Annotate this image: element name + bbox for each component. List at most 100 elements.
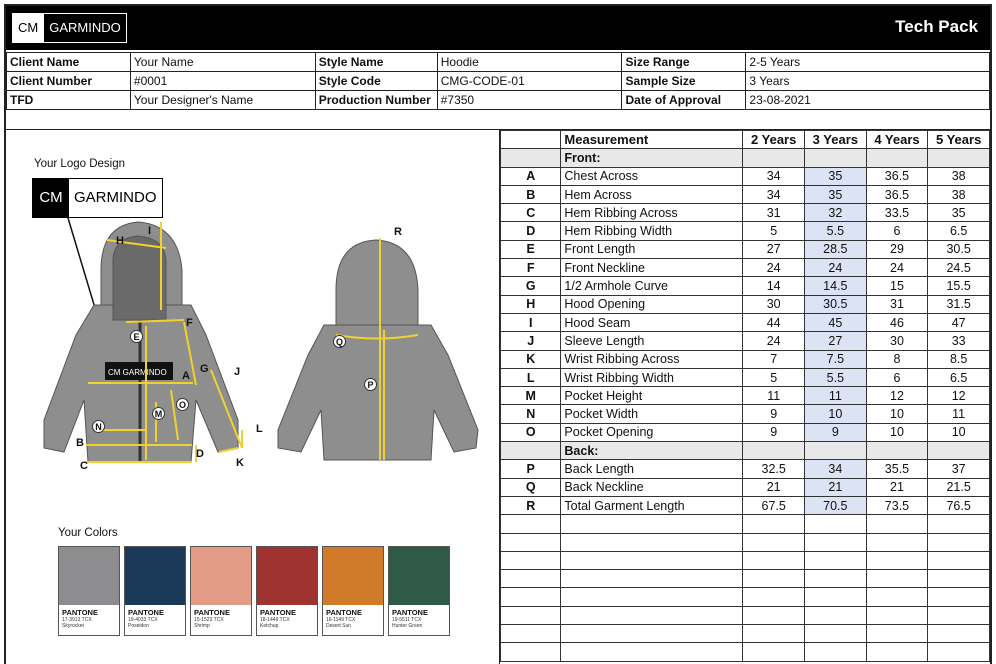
measurement-name: Pocket Height — [560, 386, 744, 406]
swatch-color — [191, 547, 251, 605]
measurement-row: N Pocket Width 9 10 10 11 — [499, 404, 990, 424]
info-key: Sample Size — [621, 71, 747, 91]
section-cell — [804, 441, 867, 461]
point-label-q: Q — [333, 335, 346, 348]
measurement-value: 47 — [927, 312, 990, 333]
point-code: N — [499, 404, 562, 424]
measurement-value: 6 — [865, 221, 929, 241]
measurement-row: H Hood Opening 30 30.5 31 31.5 — [499, 294, 990, 314]
empty-cell — [804, 605, 867, 626]
empty-cell — [499, 569, 562, 589]
measurement-value: 10 — [865, 422, 929, 443]
info-value: Your Designer's Name — [129, 90, 316, 110]
measurement-value: 44 — [742, 312, 806, 333]
info-row: TFD Your Designer's Name Production Number… — [6, 90, 990, 110]
brand-logo: CM GARMINDO — [12, 13, 127, 43]
measurement-row: G 1/2 Armhole Curve 14 14.5 15 15.5 — [499, 276, 990, 296]
divider — [6, 110, 990, 130]
section-label: Front: — [560, 148, 744, 168]
measurement-value: 38 — [927, 184, 990, 205]
section-cell — [742, 148, 806, 168]
empty-cell — [927, 587, 990, 607]
measurement-value: 76.5 — [927, 495, 990, 516]
measurement-value: 35 — [804, 184, 867, 205]
measurement-value: 30 — [742, 294, 806, 314]
point-label-r: R — [394, 226, 402, 238]
measurement-row: K Wrist Ribbing Across 7 7.5 8 8.5 — [499, 349, 990, 369]
measurement-row: M Pocket Height 11 11 12 12 — [499, 386, 990, 406]
empty-cell — [742, 642, 806, 662]
empty-cell — [499, 587, 562, 607]
empty-cell — [865, 514, 929, 534]
back-hood — [335, 239, 419, 331]
point-label-e: E — [130, 330, 143, 343]
measurement-value: 14 — [742, 276, 806, 296]
info-key: Size Range — [621, 52, 747, 72]
measurement-value: 5 — [742, 367, 806, 388]
header-bar: CM GARMINDO Tech Pack — [6, 6, 990, 50]
empty-cell — [804, 550, 867, 571]
empty-cell — [499, 624, 562, 644]
empty-cell — [560, 514, 744, 534]
point-label-l: L — [256, 423, 263, 435]
point-label-g: G — [200, 363, 209, 375]
measurement-name: Wrist Ribbing Width — [560, 367, 744, 388]
measurement-value: 27 — [804, 331, 867, 351]
empty-cell — [927, 532, 990, 552]
info-row: Client Name Your Name Style Name Hoodie Size… — [6, 52, 990, 72]
empty-cell — [865, 532, 929, 552]
measurement-value: 6.5 — [927, 221, 990, 241]
empty-cell — [560, 550, 744, 571]
empty-cell — [742, 532, 806, 552]
measurement-value: 15 — [865, 276, 929, 296]
empty-row — [499, 605, 990, 626]
swatch-name: Desert Sun — [326, 623, 352, 629]
empty-cell — [499, 642, 562, 662]
measurement-value: 21.5 — [927, 477, 990, 497]
measurement-value: 70.5 — [804, 495, 867, 516]
measurement-value: 21 — [742, 477, 806, 497]
point-label-k: K — [236, 457, 244, 469]
measurement-value: 11 — [742, 386, 806, 406]
measurement-value: 8.5 — [927, 349, 990, 369]
measurement-value: 34 — [804, 459, 867, 479]
empty-cell — [927, 605, 990, 626]
measurement-name: Chest Across — [560, 166, 744, 186]
color-swatch: PANTONE 19-5511 TCX Hunter Green — [388, 546, 450, 636]
swatch-brand: PANTONE — [326, 608, 362, 617]
measurement-value: 6 — [865, 367, 929, 388]
header-size: 4 Years — [865, 129, 929, 150]
measurement-row: E Front Length 27 28.5 29 30.5 — [499, 239, 990, 260]
color-swatch: PANTONE 17-3913 TCX Skyrocket — [58, 546, 120, 636]
section-cell — [927, 441, 990, 461]
measurement-value: 5.5 — [804, 221, 867, 241]
empty-cell — [927, 624, 990, 644]
info-key: Style Code — [314, 71, 438, 91]
measurement-value: 35.5 — [865, 459, 929, 479]
measurement-value: 28.5 — [804, 239, 867, 260]
section-cell — [742, 441, 806, 461]
point-label-o: O — [176, 398, 189, 411]
measurement-name: Hood Opening — [560, 294, 744, 314]
measurement-value: 8 — [865, 349, 929, 369]
measurement-row: A Chest Across 34 35 36.5 38 — [499, 166, 990, 186]
measurement-name: Sleeve Length — [560, 331, 744, 351]
measurement-name: Pocket Opening — [560, 422, 744, 443]
measurement-value: 37 — [927, 459, 990, 479]
measurement-value: 5.5 — [804, 367, 867, 388]
header-blank — [499, 129, 562, 150]
empty-cell — [499, 514, 562, 534]
measurement-row: L Wrist Ribbing Width 5 5.5 6 6.5 — [499, 367, 990, 388]
measurement-value: 10 — [865, 404, 929, 424]
info-value: Your Name — [129, 52, 316, 72]
empty-cell — [865, 605, 929, 626]
point-label-j: J — [234, 366, 241, 378]
section-blank — [499, 148, 562, 168]
measurement-value: 9 — [742, 422, 806, 443]
measurement-value: 5 — [742, 221, 806, 241]
section-cell — [804, 148, 867, 168]
measurement-value: 36.5 — [865, 184, 929, 205]
point-code: E — [499, 239, 562, 260]
header-size: 5 Years — [927, 129, 990, 150]
section-cell — [865, 441, 929, 461]
